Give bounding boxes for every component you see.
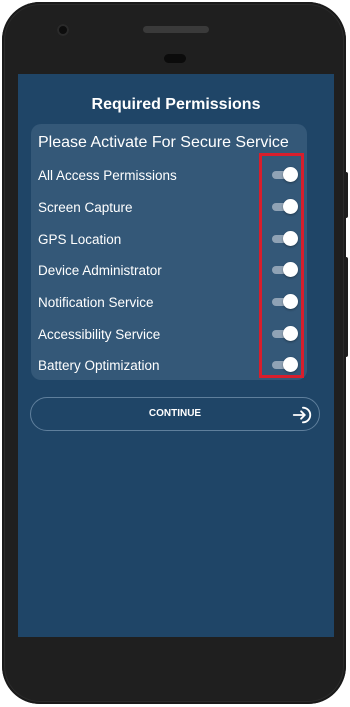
toggle-highlight-box [259,153,304,378]
permission-label: GPS Location [38,232,122,247]
permission-label: Battery Optimization [38,358,160,373]
login-arrow-icon [292,406,312,424]
permission-label: Accessibility Service [38,327,161,342]
volume-rocker [344,257,348,357]
permission-label: All Access Permissions [38,168,177,183]
earpiece-speaker [143,26,209,33]
page-title: Required Permissions [91,96,261,113]
app-screen: Required Permissions Please Activate For… [18,74,334,637]
card-header: Please Activate For Secure Service [38,134,289,151]
permission-label: Notification Service [38,295,154,310]
front-camera [57,24,69,36]
proximity-sensor [164,54,186,63]
phone-frame: Required Permissions Please Activate For… [2,2,348,704]
permission-label: Device Administrator [38,263,162,278]
continue-button[interactable]: CONTINUE [30,397,320,431]
permission-label: Screen Capture [38,200,133,215]
continue-label: CONTINUE [148,408,202,419]
power-button [344,172,348,218]
